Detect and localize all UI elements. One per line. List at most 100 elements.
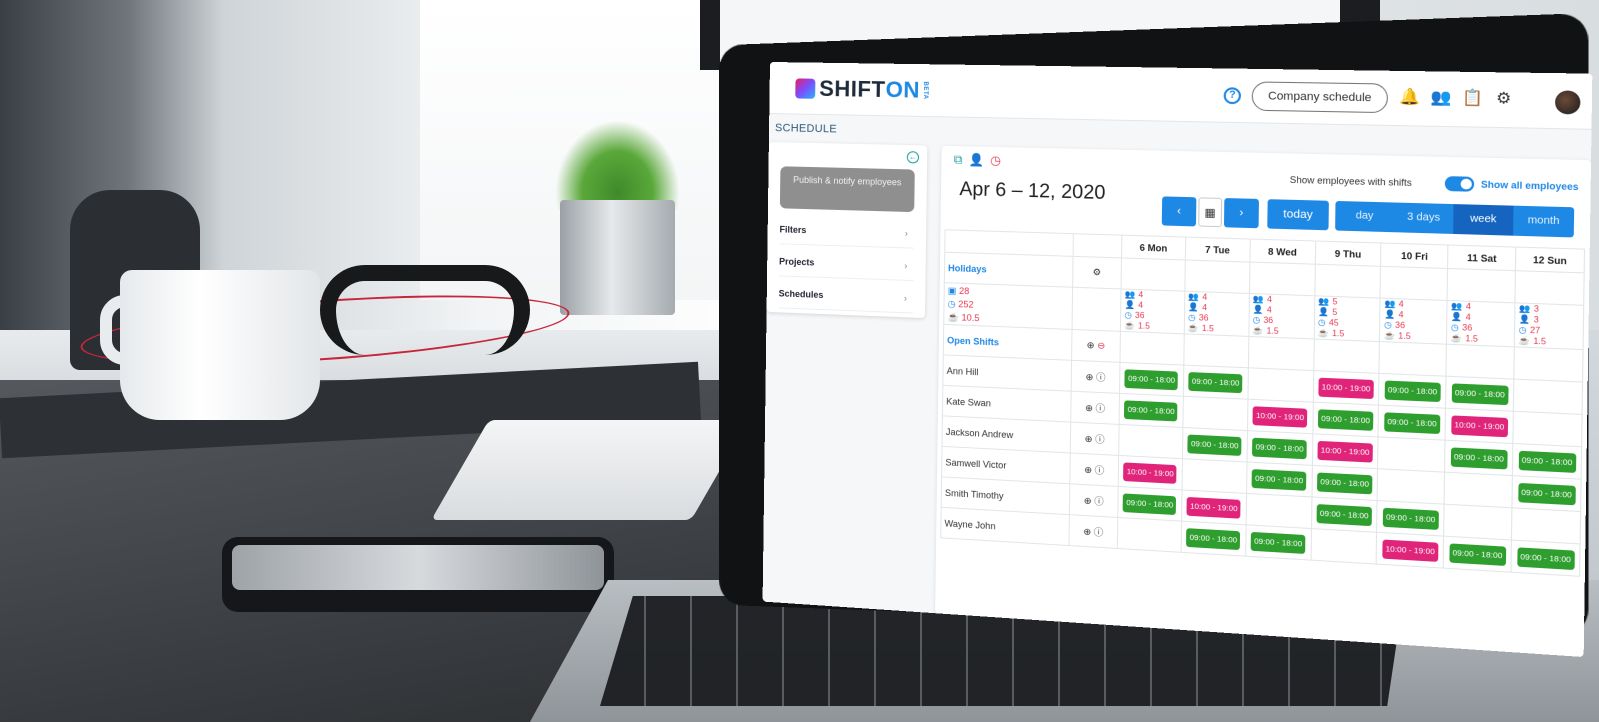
shift-cell[interactable]: 09:00 - 18:00	[1513, 443, 1582, 479]
info-icon[interactable]: ⓘ	[1094, 496, 1104, 507]
shift-chip[interactable]: 09:00 - 18:00	[1450, 447, 1507, 469]
shift-chip[interactable]: 09:00 - 18:00	[1451, 383, 1508, 405]
shift-cell[interactable]: 09:00 - 18:00	[1183, 365, 1248, 399]
shift-chip[interactable]: 09:00 - 18:00	[1189, 372, 1243, 393]
shift-chip[interactable]: 09:00 - 18:00	[1384, 412, 1440, 434]
add-shift-icon[interactable]: ⊕	[1084, 495, 1095, 506]
open-shift-cell[interactable]	[1248, 336, 1314, 370]
shift-cell[interactable]: 10:00 - 19:00	[1313, 371, 1379, 406]
shift-cell[interactable]: 10:00 - 19:00	[1377, 532, 1444, 568]
shift-chip[interactable]: 10:00 - 19:00	[1124, 462, 1177, 483]
info-icon[interactable]: ⓘ	[1095, 403, 1105, 414]
shift-cell[interactable]: 09:00 - 18:00	[1377, 501, 1444, 537]
shift-cell[interactable]: 09:00 - 18:00	[1181, 521, 1246, 556]
shift-cell[interactable]: 10:00 - 19:00	[1312, 434, 1378, 469]
shift-cell[interactable]: 09:00 - 18:00	[1311, 497, 1377, 532]
shift-chip[interactable]: 09:00 - 18:00	[1383, 507, 1439, 529]
view-day[interactable]: day	[1335, 201, 1394, 232]
users-icon[interactable]: 👥	[1430, 88, 1450, 108]
shift-cell[interactable]	[1117, 517, 1181, 552]
shift-cell[interactable]	[1183, 396, 1248, 430]
open-shift-cell[interactable]	[1446, 344, 1514, 379]
shift-cell[interactable]: 09:00 - 18:00	[1312, 465, 1378, 500]
shift-chip[interactable]: 09:00 - 18:00	[1449, 543, 1506, 566]
shift-cell[interactable]: 09:00 - 18:00	[1120, 362, 1184, 396]
shift-chip[interactable]: 09:00 - 18:00	[1317, 472, 1372, 494]
clock-icon[interactable]: ◷	[990, 153, 1001, 169]
help-icon[interactable]: ?	[1224, 87, 1242, 104]
shift-cell[interactable]: 10:00 - 19:00	[1247, 399, 1313, 434]
shift-chip[interactable]: 09:00 - 18:00	[1252, 437, 1307, 459]
shift-chip[interactable]: 09:00 - 18:00	[1188, 434, 1242, 455]
open-shift-cell[interactable]	[1120, 331, 1184, 365]
shift-cell[interactable]: 09:00 - 18:00	[1512, 476, 1581, 512]
shift-chip[interactable]: 10:00 - 19:00	[1318, 377, 1373, 398]
open-shift-cell[interactable]	[1313, 339, 1380, 373]
sidebar-item-schedules[interactable]: Schedules ›	[778, 278, 913, 313]
shift-cell[interactable]	[1248, 368, 1314, 402]
company-schedule-button[interactable]: Company schedule	[1252, 81, 1389, 113]
open-shift-cell[interactable]	[1379, 342, 1446, 377]
open-shift-cell[interactable]	[1184, 334, 1249, 368]
publish-notify-button[interactable]: Publish & notify employees	[780, 166, 915, 212]
info-icon[interactable]: ⓘ	[1094, 527, 1104, 538]
shift-cell[interactable]	[1512, 508, 1581, 544]
add-shift-icon[interactable]: ⊕	[1084, 464, 1095, 475]
sidebar-item-projects[interactable]: Projects ›	[779, 246, 914, 281]
shift-cell[interactable]	[1513, 379, 1582, 414]
collapse-sidebar-icon[interactable]: ←	[907, 151, 919, 163]
shift-cell[interactable]: 09:00 - 18:00	[1247, 431, 1313, 466]
calendar-icon[interactable]: ▦	[1198, 197, 1222, 227]
shift-chip[interactable]: 09:00 - 18:00	[1517, 547, 1575, 570]
shift-cell[interactable]	[1246, 493, 1312, 528]
add-employee-icon[interactable]: 👤	[969, 153, 985, 169]
shift-chip[interactable]: 09:00 - 18:00	[1317, 504, 1372, 526]
shift-cell[interactable]: 09:00 - 18:00	[1119, 393, 1183, 427]
shift-cell[interactable]: 09:00 - 18:00	[1182, 427, 1247, 462]
shift-cell[interactable]: 09:00 - 18:00	[1379, 373, 1446, 408]
bell-icon[interactable]: 🔔	[1399, 88, 1419, 107]
view-3-days[interactable]: 3 days	[1394, 202, 1454, 233]
info-icon[interactable]: ⓘ	[1095, 434, 1105, 445]
shift-chip[interactable]: 09:00 - 18:00	[1318, 409, 1373, 431]
shift-chip[interactable]: 09:00 - 18:00	[1186, 528, 1240, 550]
shift-cell[interactable]: 09:00 - 18:00	[1446, 376, 1514, 411]
shift-chip[interactable]: 10:00 - 19:00	[1451, 415, 1508, 437]
shift-cell[interactable]: 09:00 - 18:00	[1443, 536, 1511, 572]
info-icon[interactable]: ⓘ	[1095, 465, 1105, 476]
shift-cell[interactable]	[1444, 504, 1512, 540]
shift-cell[interactable]	[1378, 437, 1445, 472]
shift-cell[interactable]: 09:00 - 18:00	[1445, 440, 1513, 475]
show-all-label[interactable]: Show all employees	[1481, 179, 1579, 192]
shift-chip[interactable]: 10:00 - 19:00	[1187, 496, 1241, 518]
shift-chip[interactable]: 09:00 - 18:00	[1252, 469, 1307, 491]
prev-week-button[interactable]: ‹	[1162, 196, 1197, 226]
info-icon[interactable]: ⓘ	[1096, 372, 1106, 383]
shift-chip[interactable]: 10:00 - 19:00	[1317, 440, 1372, 462]
shift-cell[interactable]: 09:00 - 18:00	[1246, 462, 1312, 497]
employees-filter-toggle[interactable]	[1445, 176, 1475, 192]
shift-cell[interactable]	[1444, 472, 1512, 508]
shift-chip[interactable]: 09:00 - 18:00	[1251, 531, 1306, 553]
add-shift-icon[interactable]: ⊕	[1085, 403, 1096, 414]
app-logo[interactable]: SHIFT ON BETA	[795, 74, 928, 104]
view-week[interactable]: week	[1453, 204, 1513, 236]
sidebar-item-filters[interactable]: Filters ›	[779, 214, 914, 248]
add-shift-icon[interactable]: ⊕	[1085, 372, 1096, 383]
shift-cell[interactable]	[1311, 529, 1377, 565]
add-shift-icon[interactable]: ⊕	[1083, 526, 1094, 537]
shift-cell[interactable]: 10:00 - 19:00	[1181, 490, 1246, 525]
settings-sliders-icon[interactable]: ⚙	[1493, 89, 1514, 109]
remove-circle-icon[interactable]: ⊖	[1097, 340, 1105, 351]
shift-cell[interactable]	[1378, 469, 1445, 504]
shift-cell[interactable]: 09:00 - 18:00	[1245, 525, 1311, 560]
shift-cell[interactable]: 09:00 - 18:00	[1511, 540, 1580, 576]
copy-icon[interactable]: ⧉	[954, 152, 963, 167]
shift-cell[interactable]	[1182, 459, 1247, 494]
shift-cell[interactable]: 09:00 - 18:00	[1378, 405, 1445, 440]
add-circle-icon[interactable]: ⊕	[1087, 340, 1098, 351]
shift-chip[interactable]: 09:00 - 18:00	[1518, 482, 1576, 504]
shift-cell[interactable]: 09:00 - 18:00	[1118, 486, 1182, 521]
shift-cell[interactable]: 10:00 - 19:00	[1445, 408, 1513, 443]
shift-chip[interactable]: 09:00 - 18:00	[1125, 369, 1178, 390]
